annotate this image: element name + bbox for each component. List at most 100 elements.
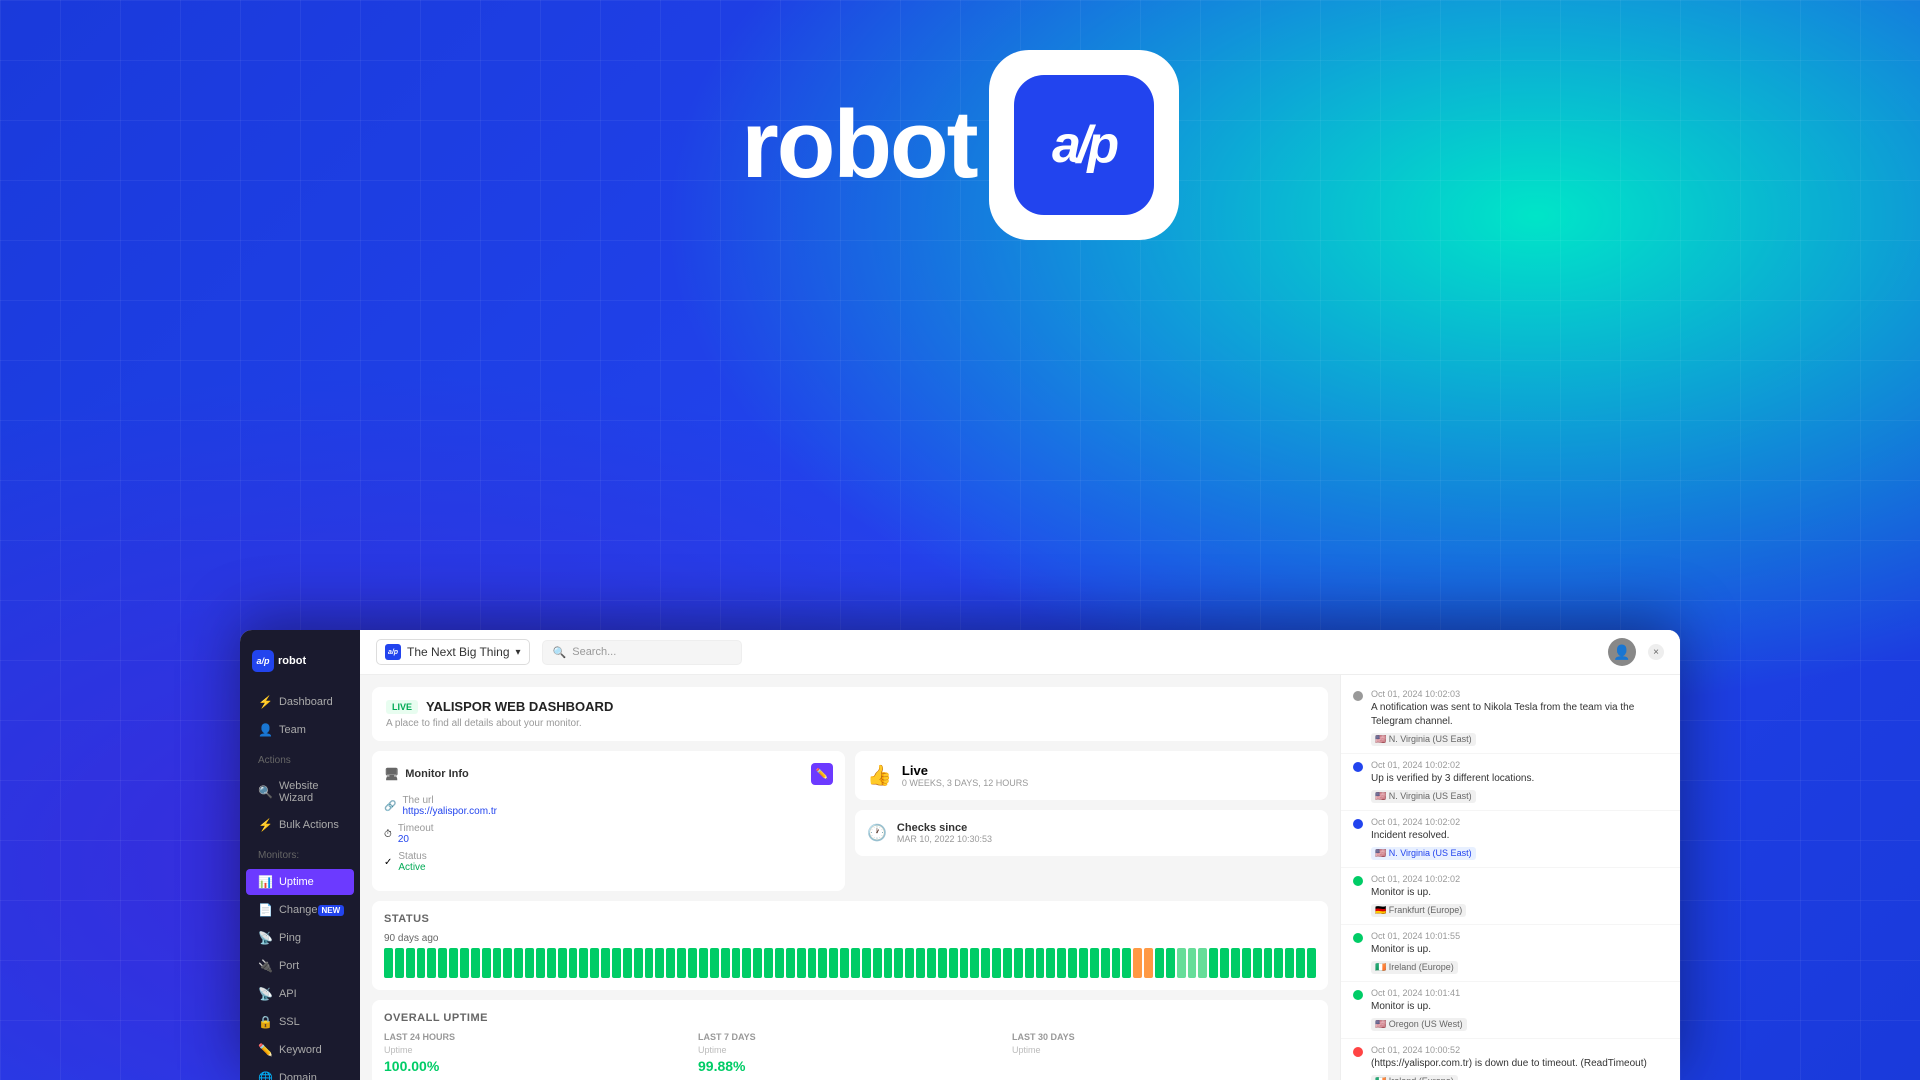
- uptime-bar: [1231, 948, 1240, 978]
- ping-icon: 📡: [258, 931, 273, 945]
- uptime-bar: [851, 948, 860, 978]
- uptime-bar: [981, 948, 990, 978]
- app-window: a/p robot ⚡ Dashboard 👤 Team Actions 🔍 W…: [240, 630, 1680, 1080]
- activity-item-0: Oct 01, 2024 10:02:03 A notification was…: [1341, 683, 1680, 754]
- uptime-stat-24h: LAST 24 HOURS Uptime 100.00%: [384, 1032, 688, 1074]
- uptime-bar: [1296, 948, 1305, 978]
- sidebar-item-website-wizard[interactable]: 🔍 Website Wizard: [246, 774, 354, 810]
- sidebar-item-keyword[interactable]: ✏️ Keyword: [246, 1037, 354, 1063]
- sidebar-item-dashboard[interactable]: ⚡ Dashboard: [246, 689, 354, 715]
- activity-time: Oct 01, 2024 10:02:02: [1371, 760, 1668, 770]
- sidebar-item-port[interactable]: 🔌 Port: [246, 953, 354, 979]
- activity-dot: [1353, 762, 1363, 772]
- sidebar-item-api[interactable]: 📡 API: [246, 981, 354, 1007]
- uptime-bar: [493, 948, 502, 978]
- uptime-bar: [558, 948, 567, 978]
- close-button[interactable]: ×: [1648, 644, 1664, 660]
- ssl-icon: 🔒: [258, 1015, 273, 1029]
- uptime-bar: [1003, 948, 1012, 978]
- api-icon: 📡: [258, 987, 273, 1001]
- monitor-grid: 🖥 Monitor Info ✏️ 🔗 The url https://yali…: [372, 751, 1328, 891]
- uptime-bar: [1307, 948, 1316, 978]
- activity-content: Oct 01, 2024 10:02:02 Up is verified by …: [1371, 760, 1668, 804]
- uptime-bar: [417, 948, 426, 978]
- uptime-bar: [677, 948, 686, 978]
- uptime-bar: [949, 948, 958, 978]
- activity-panel: Oct 01, 2024 10:02:03 A notification was…: [1340, 675, 1680, 1080]
- main-content: a/p The Next Big Thing ▾ 🔍 Search... 👤 ×: [360, 630, 1680, 1080]
- sidebar-section-actions: Actions: [246, 745, 354, 772]
- uptime-bar: [655, 948, 664, 978]
- activity-content: Oct 01, 2024 10:00:52 (https://yalispor.…: [1371, 1045, 1668, 1080]
- uptime-bar: [471, 948, 480, 978]
- activity-flag: 🇺🇸 N. Virginia (US East): [1371, 847, 1476, 860]
- uptime-bar: [1209, 948, 1218, 978]
- sidebar-item-uptime[interactable]: 📊 Uptime: [246, 869, 354, 895]
- url-icon: 🔗: [384, 801, 396, 812]
- uptime-bar: [1166, 948, 1175, 978]
- sidebar-item-team[interactable]: 👤 Team: [246, 717, 354, 743]
- page-title: YALISPOR WEB DASHBOARD: [426, 699, 613, 714]
- logo-text: robot: [741, 90, 976, 200]
- activity-text: (https://yalispor.com.tr) is down due to…: [1371, 1057, 1668, 1071]
- activity-flag: 🇮🇪 Ireland (Europe): [1371, 1075, 1458, 1080]
- activity-text: Incident resolved.: [1371, 829, 1668, 843]
- sidebar-section-monitors: Monitors:: [246, 840, 354, 867]
- dashboard-main: LIVE YALISPOR WEB DASHBOARD A place to f…: [360, 675, 1340, 1080]
- activity-text: Up is verified by 3 different locations.: [1371, 772, 1668, 786]
- uptime-bar: [1014, 948, 1023, 978]
- uptime-bar: [1133, 948, 1142, 978]
- uptime-bar: [1198, 948, 1207, 978]
- live-badge: LIVE: [386, 700, 418, 714]
- uptime-bar-chart: [384, 948, 1316, 978]
- live-label: Live: [902, 763, 1028, 778]
- uptime-bar: [721, 948, 730, 978]
- sidebar-logo: a/p robot: [240, 642, 360, 688]
- port-icon: 🔌: [258, 959, 273, 973]
- activity-item-6: Oct 01, 2024 10:00:52 (https://yalispor.…: [1341, 1039, 1680, 1080]
- activity-time: Oct 01, 2024 10:00:52: [1371, 1045, 1668, 1055]
- sidebar-item-domain[interactable]: 🌐 Domain: [246, 1065, 354, 1080]
- topbar: a/p The Next Big Thing ▾ 🔍 Search... 👤 ×: [360, 630, 1680, 675]
- uptime-stat-7d: LAST 7 DAYS Uptime 99.88%: [698, 1032, 1002, 1074]
- user-avatar[interactable]: 👤: [1608, 638, 1636, 666]
- activity-item-4: Oct 01, 2024 10:01:55 Monitor is up. 🇮🇪 …: [1341, 925, 1680, 982]
- uptime-bar: [808, 948, 817, 978]
- logo-icon-box: a/p: [989, 50, 1179, 240]
- website-wizard-icon: 🔍: [258, 785, 273, 799]
- activity-dot: [1353, 1047, 1363, 1057]
- activity-text: Monitor is up.: [1371, 943, 1668, 957]
- edit-button[interactable]: ✏️: [811, 763, 833, 785]
- status-section: STATUS 90 days ago: [372, 901, 1328, 990]
- uptime-bar: [764, 948, 773, 978]
- sidebar-item-change[interactable]: 📄 Change NEW: [246, 897, 354, 923]
- activity-time: Oct 01, 2024 10:01:41: [1371, 988, 1668, 998]
- uptime-bar: [406, 948, 415, 978]
- uptime-bar: [1122, 948, 1131, 978]
- uptime-bar: [905, 948, 914, 978]
- sidebar-item-bulk-actions[interactable]: ⚡ Bulk Actions: [246, 812, 354, 838]
- topbar-brand[interactable]: a/p The Next Big Thing ▾: [376, 639, 530, 665]
- uptime-bar: [873, 948, 882, 978]
- clock-icon: 🕐: [867, 823, 887, 843]
- uptime-bar: [1242, 948, 1251, 978]
- activity-item-5: Oct 01, 2024 10:01:41 Monitor is up. 🇺🇸 …: [1341, 982, 1680, 1039]
- uptime-bar: [699, 948, 708, 978]
- activity-text: Monitor is up.: [1371, 886, 1668, 900]
- sidebar-item-ssl[interactable]: 🔒 SSL: [246, 1009, 354, 1035]
- uptime-stat-30d: LAST 30 DAYS Uptime: [1012, 1032, 1316, 1074]
- search-bar[interactable]: 🔍 Search...: [542, 640, 742, 665]
- activity-flag: 🇺🇸 N. Virginia (US East): [1371, 733, 1476, 746]
- uptime-bar: [590, 948, 599, 978]
- uptime-bar: [1253, 948, 1262, 978]
- brand-label: The Next Big Thing: [407, 645, 510, 659]
- sidebar-logo-box: a/p: [252, 650, 274, 672]
- uptime-bar: [742, 948, 751, 978]
- sidebar-item-ping[interactable]: 📡 Ping: [246, 925, 354, 951]
- hero-section: robot a/p: [0, 50, 1920, 240]
- uptime-bar: [1068, 948, 1077, 978]
- uptime-bar: [1112, 948, 1121, 978]
- url-row: 🔗 The url https://yalispor.com.tr: [384, 795, 833, 817]
- uptime-bar: [612, 948, 621, 978]
- uptime-bar: [579, 948, 588, 978]
